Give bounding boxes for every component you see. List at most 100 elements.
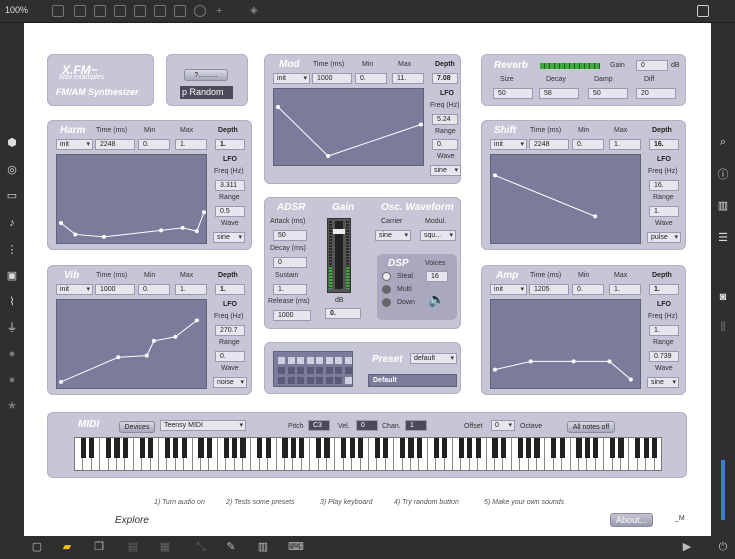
black-key[interactable] <box>164 438 170 458</box>
black-key[interactable] <box>358 438 364 458</box>
info-icon[interactable]: ⓘ <box>716 168 730 182</box>
release-number[interactable]: 1000 <box>273 310 311 321</box>
black-key[interactable] <box>257 438 263 458</box>
preset-slot[interactable] <box>335 367 342 374</box>
black-key[interactable] <box>122 438 128 458</box>
paperclip-icon[interactable]: ⌇ <box>5 295 19 309</box>
black-key[interactable] <box>475 438 481 458</box>
black-key[interactable] <box>148 438 154 458</box>
black-key[interactable] <box>433 438 439 458</box>
black-key[interactable] <box>416 438 422 458</box>
shift-preset-menu[interactable]: init <box>490 139 527 150</box>
grid-small-icon[interactable]: ▦ <box>158 541 172 553</box>
cube-icon[interactable]: ⬢ <box>5 136 19 150</box>
black-key[interactable] <box>618 438 624 458</box>
dial-icon[interactable] <box>194 5 206 17</box>
preset-slot[interactable] <box>306 357 314 364</box>
mod-envelope-plot[interactable] <box>273 88 424 166</box>
sidebar-toggle-icon[interactable]: ▢ <box>30 541 44 553</box>
midi-device-menu[interactable]: Teensy MIDI <box>160 420 246 431</box>
preset-slot[interactable] <box>297 367 304 374</box>
preset-slot[interactable] <box>287 377 295 384</box>
comment-icon[interactable] <box>94 5 106 17</box>
piano-icon[interactable]: ▥ <box>256 541 270 553</box>
voices-number[interactable]: 16 <box>426 271 448 282</box>
preset-slot[interactable] <box>278 357 285 364</box>
vib-time-number[interactable]: 1000 <box>95 284 135 295</box>
black-key[interactable] <box>232 438 238 458</box>
preset-slot[interactable] <box>306 367 314 374</box>
mod-min-number[interactable]: 0. <box>355 73 387 84</box>
preset-slot[interactable] <box>316 367 323 374</box>
black-key[interactable] <box>551 438 557 458</box>
envelope-point[interactable] <box>101 234 106 239</box>
paint-bucket-icon[interactable]: ◈ <box>250 5 262 17</box>
wrench-icon[interactable]: ✎ <box>224 541 238 553</box>
preset-slot[interactable] <box>287 357 295 364</box>
shift-max-number[interactable]: 1. <box>609 139 641 150</box>
attack-number[interactable]: 50 <box>273 230 307 241</box>
black-key[interactable] <box>80 438 86 458</box>
harm-envelope-plot[interactable] <box>56 154 207 244</box>
shift-depth-number[interactable]: 16. <box>649 139 679 150</box>
vib-freq-number[interactable]: 270.7 <box>215 325 245 336</box>
preset-slot[interactable] <box>325 357 333 364</box>
black-key[interactable] <box>584 438 590 458</box>
search-icon[interactable]: ⌕ <box>716 135 730 149</box>
reverb-gain-number[interactable]: 0 <box>636 60 668 71</box>
comment-bubble-icon[interactable]: ▰ <box>60 541 74 553</box>
black-key[interactable] <box>492 438 498 458</box>
black-key[interactable] <box>408 438 414 458</box>
amp-wave-menu[interactable]: sine <box>647 377 679 388</box>
music-note-icon[interactable]: ♪ <box>5 216 19 230</box>
harm-preset-menu[interactable]: init <box>56 139 93 150</box>
black-key[interactable] <box>643 438 649 458</box>
vib-depth-number[interactable]: 1. <box>215 284 245 295</box>
target-icon[interactable]: ◎ <box>5 163 19 177</box>
object-icon[interactable] <box>134 5 146 17</box>
grid-icon[interactable] <box>174 5 186 17</box>
harm-min-number[interactable]: 0. <box>138 139 170 150</box>
envelope-point[interactable] <box>194 229 199 234</box>
envelope-point[interactable] <box>59 379 63 384</box>
black-key[interactable] <box>341 438 347 458</box>
black-key[interactable] <box>517 438 523 458</box>
harm-wave-menu[interactable]: sine <box>213 232 245 243</box>
shift-wave-menu[interactable]: pulse <box>647 232 681 243</box>
modul-menu[interactable]: squ... <box>420 230 456 241</box>
carrier-menu[interactable]: sine <box>375 230 411 241</box>
preset-slot[interactable] <box>325 367 333 374</box>
envelope-point[interactable] <box>116 355 121 360</box>
harm-max-number[interactable]: 1. <box>175 139 207 150</box>
preset-slot[interactable] <box>278 367 285 374</box>
envelope-point[interactable] <box>59 220 63 225</box>
sustain-number[interactable]: 1. <box>273 284 307 295</box>
image-icon[interactable]: ▣ <box>5 269 19 283</box>
black-key[interactable] <box>593 438 599 458</box>
mod-freq-number[interactable]: 5.24 <box>432 114 458 125</box>
shift-min-number[interactable]: 0. <box>572 139 604 150</box>
amp-depth-number[interactable]: 1. <box>649 284 679 295</box>
all-notes-off-button[interactable]: All notes off <box>567 421 615 433</box>
camera-icon[interactable]: ◙ <box>716 290 730 304</box>
devices-button[interactable]: Devices <box>119 421 155 433</box>
envelope-point[interactable] <box>419 122 423 127</box>
vel-number[interactable]: 0 <box>356 420 378 431</box>
black-key[interactable] <box>635 438 641 458</box>
multi-radio[interactable] <box>382 285 391 294</box>
harm-range-number[interactable]: 0.5 <box>215 206 245 217</box>
preset-grid[interactable] <box>273 351 353 387</box>
black-key[interactable] <box>324 438 330 458</box>
amp-time-number[interactable]: 1205 <box>529 284 569 295</box>
reverb-size-number[interactable]: 50 <box>493 88 533 99</box>
black-key[interactable] <box>290 438 296 458</box>
about-button[interactable]: About... <box>610 513 653 527</box>
shift-envelope-plot[interactable] <box>490 154 641 244</box>
mod-preset-menu[interactable]: init <box>273 73 310 84</box>
reverb-diff-number[interactable]: 20 <box>636 88 676 99</box>
number-box-icon[interactable] <box>154 5 166 17</box>
envelope-point[interactable] <box>607 359 612 364</box>
chan-number[interactable]: 1 <box>405 420 427 431</box>
black-key[interactable] <box>500 438 506 458</box>
shift-freq-number[interactable]: 16. <box>649 180 679 191</box>
